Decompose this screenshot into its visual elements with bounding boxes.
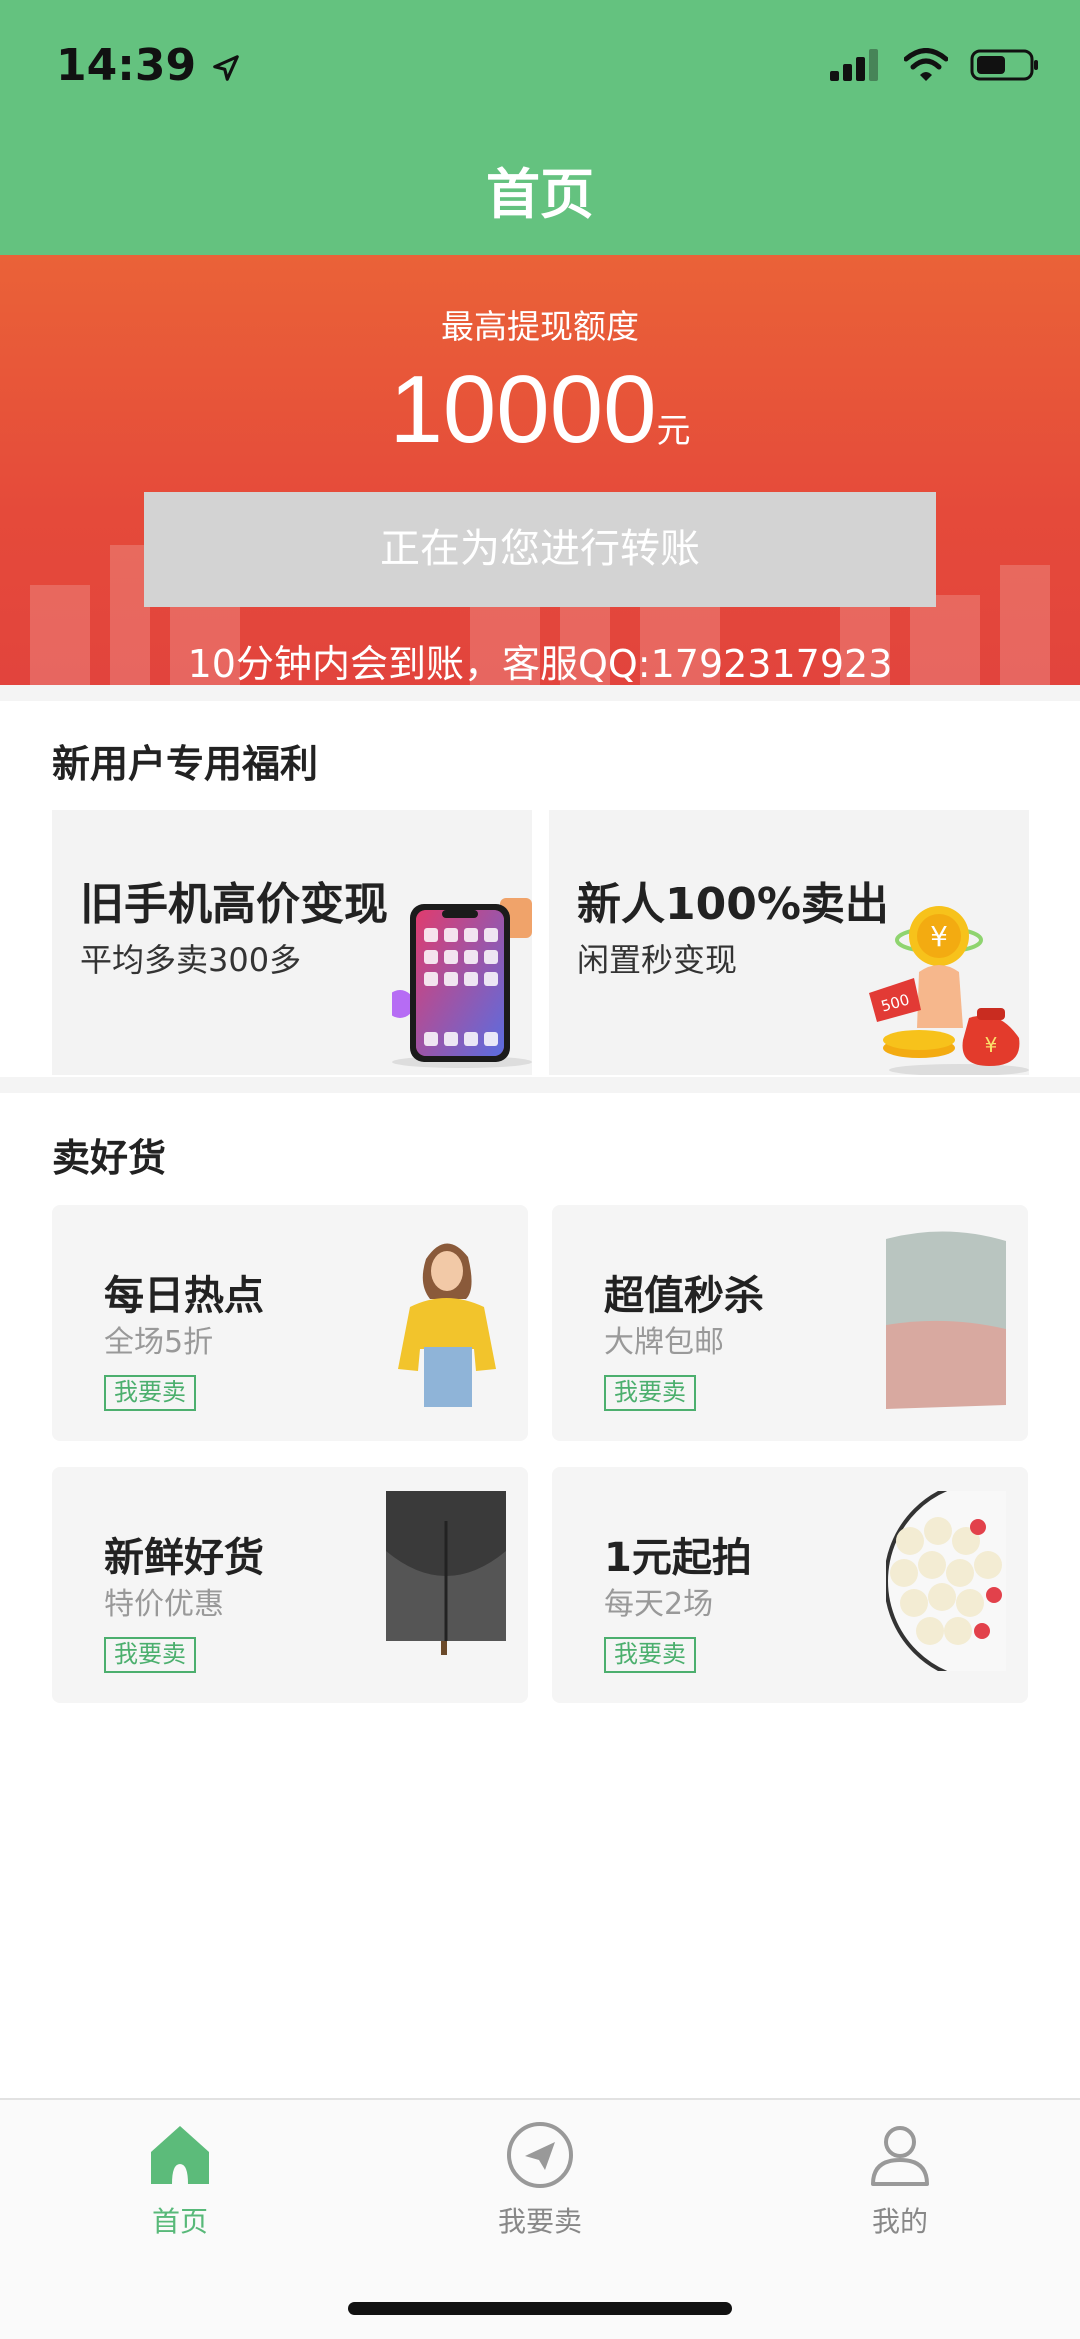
model-sweater-image xyxy=(398,1243,496,1407)
send-icon xyxy=(507,2122,573,2188)
wifi-icon xyxy=(904,48,948,81)
svg-text:¥: ¥ xyxy=(985,1033,998,1057)
battery-icon xyxy=(970,49,1038,81)
max-withdraw-label: 最高提现额度 xyxy=(441,307,639,346)
smartphone-illustration xyxy=(392,898,532,1068)
tab-sell[interactable]: 我要卖 xyxy=(440,2120,640,2240)
section-divider xyxy=(0,1077,1080,1093)
welfare-card-subtitle: 平均多卖300多 xyxy=(80,941,302,979)
amount-value: 10000 xyxy=(389,356,657,463)
status-icons xyxy=(830,48,1040,82)
tab-label: 我要卖 xyxy=(497,2205,582,2238)
goods-card-daily-hot[interactable]: 每日热点 全场5折 我要卖 xyxy=(52,1205,528,1441)
svg-text:¥: ¥ xyxy=(930,920,948,953)
page-title: 首页 xyxy=(486,163,594,226)
goods-card-subtitle: 全场5折 xyxy=(104,1325,214,1360)
amount-unit: 元 xyxy=(656,411,691,451)
welfare-card-old-phone[interactable]: 旧手机高价变现 平均多卖300多 xyxy=(52,810,532,1075)
dumplings-plate-image xyxy=(886,1491,1006,1671)
sell-button[interactable]: 我要卖 xyxy=(104,1637,196,1673)
goods-card-title: 超值秒杀 xyxy=(604,1273,764,1319)
status-time: 14:39 xyxy=(56,40,241,91)
coin-money-bag-illustration: ¥ 500 ¥ xyxy=(869,906,1029,1075)
goods-card-subtitle: 特价优惠 xyxy=(104,1587,224,1622)
sell-button[interactable]: 我要卖 xyxy=(604,1637,696,1673)
welfare-card-title: 新人100%卖出 xyxy=(577,879,889,930)
goods-card-title: 新鲜好货 xyxy=(104,1535,264,1581)
goods-card-title: 1元起拍 xyxy=(604,1535,752,1581)
tab-home[interactable]: 首页 xyxy=(80,2120,280,2240)
signal-icon xyxy=(830,49,878,81)
goods-card-one-yuan-auction[interactable]: 1元起拍 每天2场 我要卖 xyxy=(552,1467,1028,1703)
tab-mine[interactable]: 我的 xyxy=(800,2120,1000,2240)
goods-section-title: 卖好货 xyxy=(52,1136,167,1180)
section-divider xyxy=(0,685,1080,701)
sell-button[interactable]: 我要卖 xyxy=(604,1375,696,1411)
goods-card-fresh-goods[interactable]: 新鲜好货 特价优惠 我要卖 xyxy=(52,1467,528,1703)
goods-card-flash-sale[interactable]: 超值秒杀 大牌包邮 我要卖 xyxy=(552,1205,1028,1441)
goods-card-title: 每日热点 xyxy=(104,1273,264,1319)
goods-card-subtitle: 大牌包邮 xyxy=(604,1325,724,1360)
home-page: 14:39 首页 最高提现额度 10000元 正在为您进行转账 10分钟内会到账… xyxy=(0,0,1080,2339)
sell-button[interactable]: 我要卖 xyxy=(104,1375,196,1411)
welfare-section-title: 新用户专用福利 xyxy=(52,742,319,786)
transfer-status-button[interactable]: 正在为您进行转账 xyxy=(144,492,936,607)
tab-label: 首页 xyxy=(151,2205,208,2238)
welfare-card-title: 旧手机高价变现 xyxy=(80,879,388,930)
sofa-image xyxy=(386,1491,506,1655)
welfare-card-subtitle: 闲置秒变现 xyxy=(577,941,738,979)
home-icon xyxy=(151,2126,209,2184)
arrival-note: 10分钟内会到账，客服QQ:1792317923 xyxy=(187,642,893,685)
goods-card-subtitle: 每天2场 xyxy=(604,1587,714,1622)
app-header: 14:39 首页 xyxy=(0,0,1080,255)
max-withdraw-amount: 10000元 xyxy=(0,355,1080,465)
welfare-card-newcomer[interactable]: 新人100%卖出 闲置秒变现 ¥ 500 ¥ xyxy=(549,810,1029,1075)
home-indicator[interactable] xyxy=(348,2302,732,2315)
withdraw-banner: 最高提现额度 10000元 正在为您进行转账 10分钟内会到账，客服QQ:179… xyxy=(0,255,1080,685)
user-icon xyxy=(871,2126,929,2186)
tab-label: 我的 xyxy=(871,2205,928,2238)
location-arrow-icon xyxy=(213,55,240,81)
towels-image xyxy=(886,1231,1006,1409)
